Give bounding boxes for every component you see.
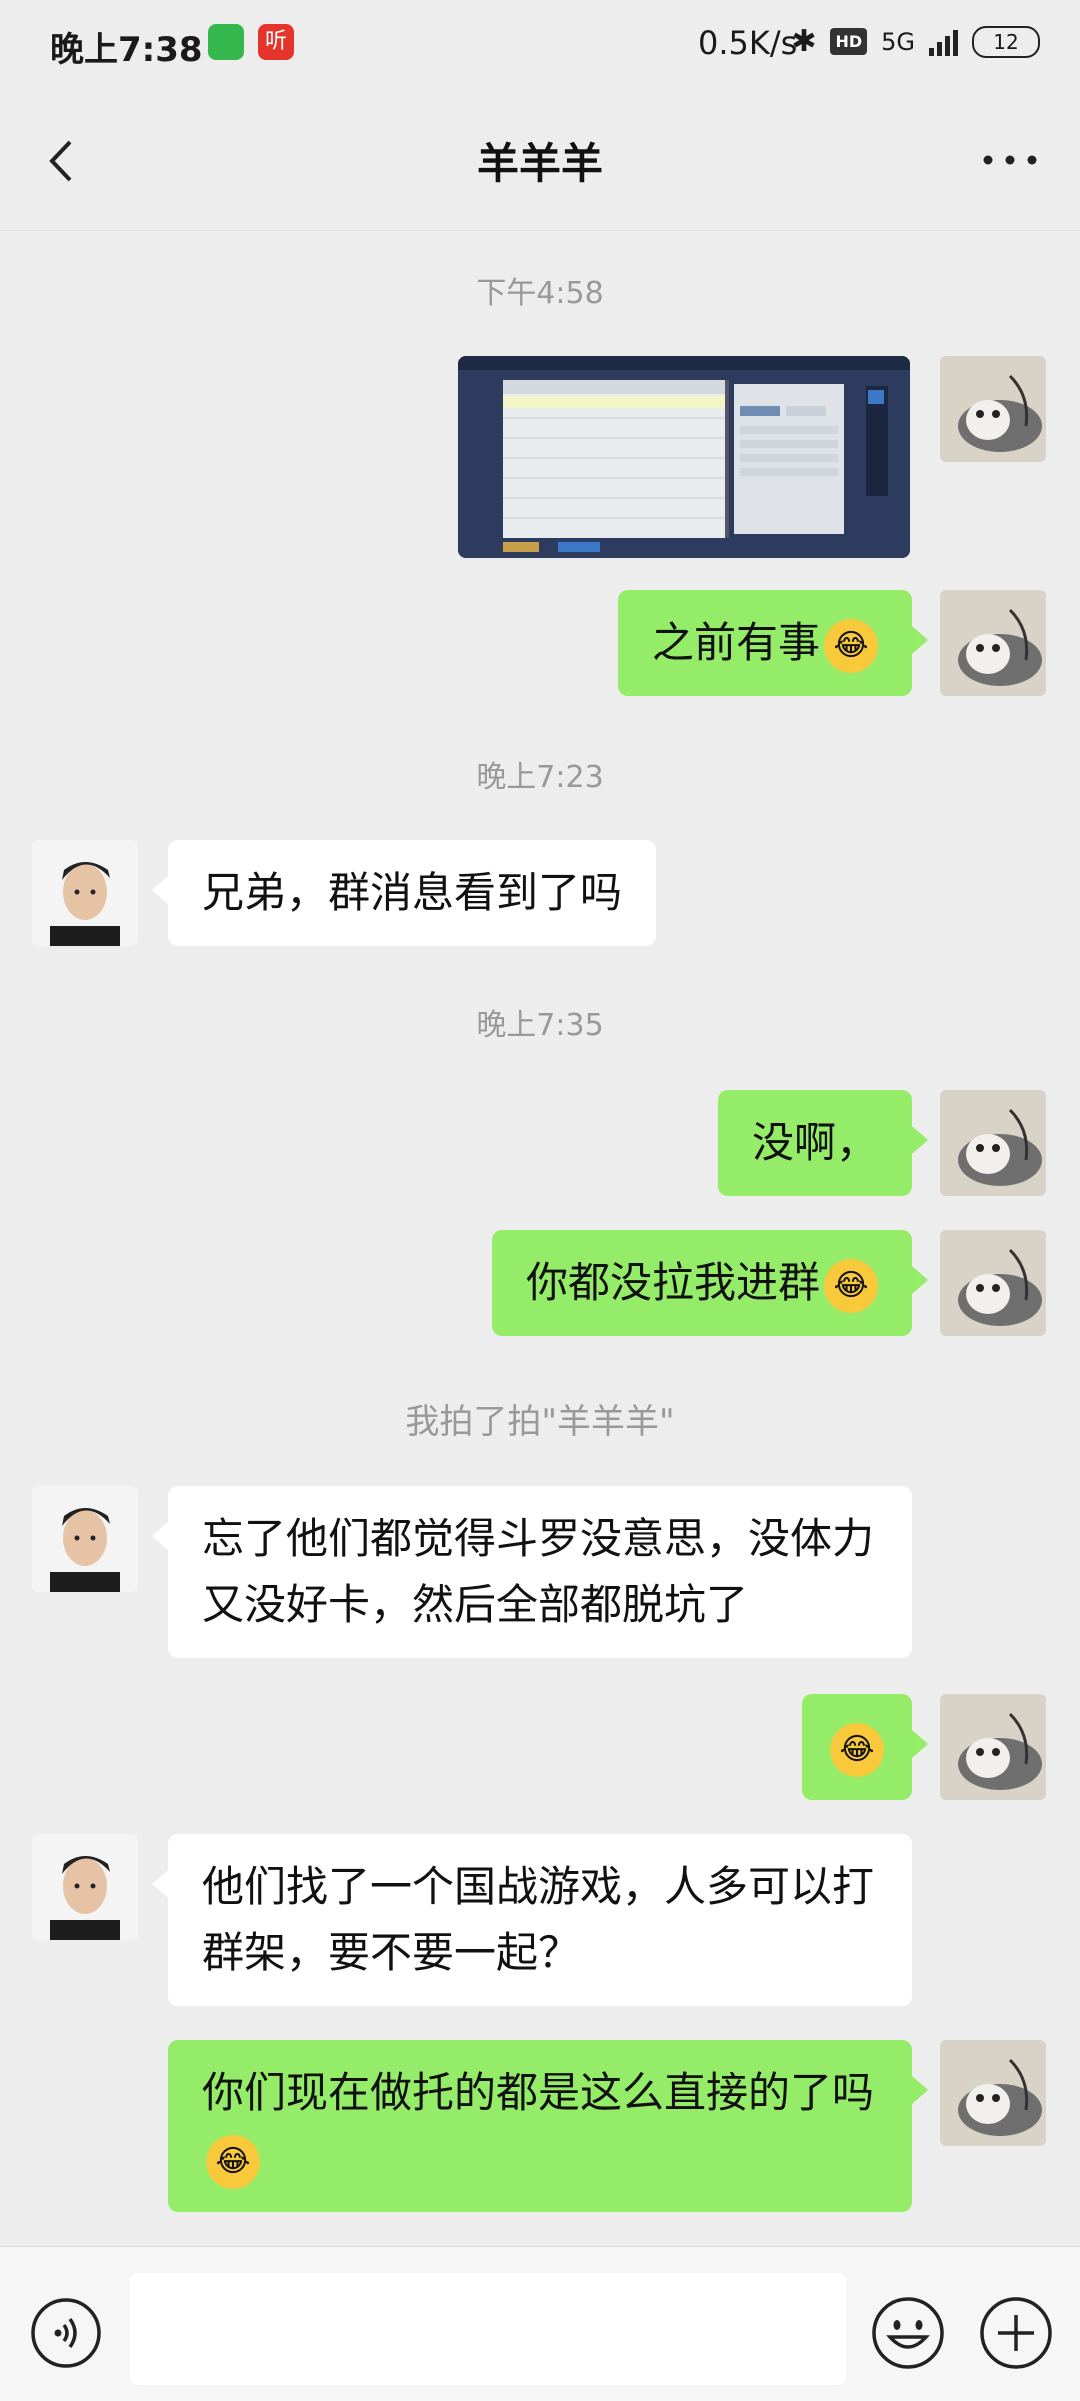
my-avatar[interactable] [940,590,1046,696]
pat-notice: 我拍了拍"羊羊羊" [405,1402,675,1442]
game-screenshot-image[interactable] [458,356,910,558]
message-text: 你们现在做托的都是这么直接的了吗 [202,2068,875,2117]
network-speed: 0.5K/s [698,24,798,62]
message-text: 你都没拉我进群 [525,1258,820,1307]
my-avatar[interactable] [940,356,1046,462]
message-input[interactable] [130,2273,846,2385]
battery-icon: 12 [972,25,1040,58]
message-text: 忘了他们都觉得斗罗没意思，没体力又没好卡，然后全部都脱坑了 [202,1514,875,1629]
my-avatar[interactable] [940,1694,1046,1800]
friend-message-bubble[interactable]: 他们找了一个国战游戏，人多可以打群架，要不要一起？ [152,1834,912,2006]
message-text: 之前有事 [651,618,820,667]
friend-avatar[interactable] [32,840,138,946]
status-time: 晚上7:38 [50,30,203,70]
my-message-bubble[interactable]: 之前有事 😂 [617,590,929,696]
emoji-picker-icon[interactable] [870,2295,946,2371]
timestamp: 晚上7:23 [476,760,604,795]
my-avatar[interactable] [940,1230,1046,1336]
chat-title: 羊羊羊 [476,139,603,188]
crying-laughing-emoji-icon: 😂 [824,618,878,673]
message-text: 兄弟，群消息看到了吗 [202,868,623,917]
input-bar [0,2246,1080,2401]
status-bar: 晚上7:38 听 0.5K/s ✱ HD 5G 12 [0,0,1080,90]
security-shield-icon [208,24,244,60]
crying-laughing-emoji-icon: 😂 [206,2134,260,2189]
my-avatar[interactable] [940,2040,1046,2146]
network-type: 5G [881,27,915,56]
my-message-bubble[interactable]: 你们现在做托的都是这么直接的了吗 😂 [168,2040,928,2212]
ting-app-icon: 听 [258,24,294,60]
my-message-bubble[interactable]: 😂 [802,1694,928,1800]
my-message-bubble[interactable]: 没啊， [717,1090,929,1196]
timestamp: 下午4:58 [476,276,604,311]
friend-avatar[interactable] [32,1834,138,1940]
crying-laughing-emoji-icon: 😂 [824,1258,878,1313]
message-text: 他们找了一个国战游戏，人多可以打群架，要不要一起？ [202,1862,875,1977]
friend-message-bubble[interactable]: 兄弟，群消息看到了吗 [151,840,657,946]
friend-avatar[interactable] [32,1486,138,1592]
my-message-bubble[interactable]: 你都没拉我进群 😂 [491,1230,929,1336]
message-text: 没啊， [751,1118,878,1167]
voice-input-icon[interactable] [30,2297,102,2369]
signal-icon [929,28,958,56]
timestamp: 晚上7:35 [476,1008,604,1043]
my-avatar[interactable] [940,1090,1046,1196]
more-options-icon[interactable] [980,150,1040,170]
bluetooth-icon: ✱ [791,24,817,59]
crying-laughing-emoji-icon: 😂 [830,1722,884,1777]
chat-header: 羊羊羊 [0,90,1080,231]
friend-message-bubble[interactable]: 忘了他们都觉得斗罗没意思，没体力又没好卡，然后全部都脱坑了 [152,1486,912,1658]
add-more-icon[interactable] [978,2295,1054,2371]
hd-icon: HD [830,28,868,55]
